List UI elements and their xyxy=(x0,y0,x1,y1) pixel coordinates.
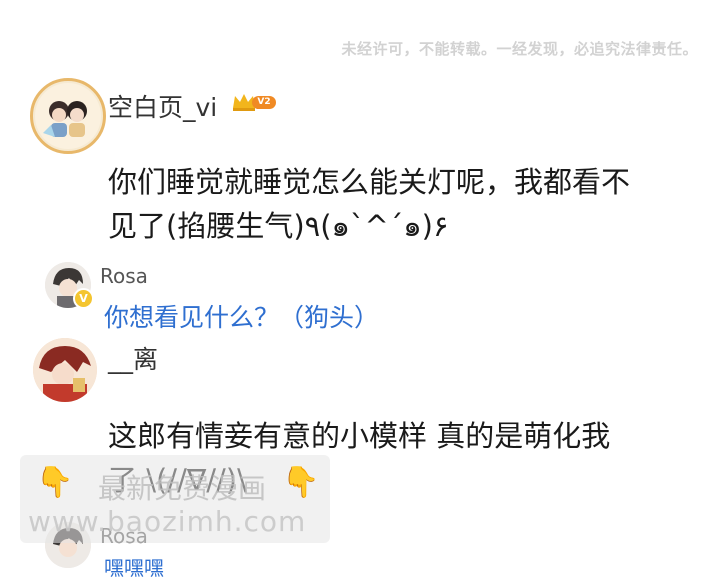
watermark-url: www.baozimh.com xyxy=(28,505,307,538)
username[interactable]: __离 xyxy=(108,340,158,376)
pointing-down-hand-icon: 👇 xyxy=(36,465,74,500)
reply-text[interactable]: 嘿嘿嘿 xyxy=(104,552,164,581)
reply-text[interactable]: 你想看见什么？（狗头） xyxy=(104,298,379,334)
comment-text-line: 你们睡觉就睡觉怎么能关灯呢，我都看不 xyxy=(108,165,631,199)
comment-text: 你们睡觉就睡觉怎么能关灯呢，我都看不 见了(掐腰生气)٩(๑`^´๑)۶ xyxy=(108,160,698,248)
copyright-notice: 未经许可，不能转载。一经发现，必追究法律责任。 xyxy=(341,40,698,58)
avatar[interactable] xyxy=(33,338,97,402)
verified-badge: V xyxy=(73,288,94,309)
comment-text-line: 见了(掐腰生气)٩(๑`^´๑)۶ xyxy=(108,209,449,243)
comment-text-line: 这郎有情妾有意的小模样 真的是萌化我 xyxy=(108,419,611,453)
level-badge: V2 xyxy=(252,96,276,109)
username[interactable]: 空白页_vi xyxy=(108,88,217,124)
username[interactable]: Rosa xyxy=(100,264,148,288)
avatar-illustration-icon xyxy=(33,338,97,402)
pointing-down-hand-icon: 👇 xyxy=(282,465,320,500)
avatar[interactable] xyxy=(30,78,106,154)
watermark: 👇 最新免费漫画 👇 www.baozimh.com xyxy=(20,455,330,543)
avatar-illustration-icon xyxy=(35,83,101,149)
watermark-title: 最新免费漫画 xyxy=(98,472,267,505)
